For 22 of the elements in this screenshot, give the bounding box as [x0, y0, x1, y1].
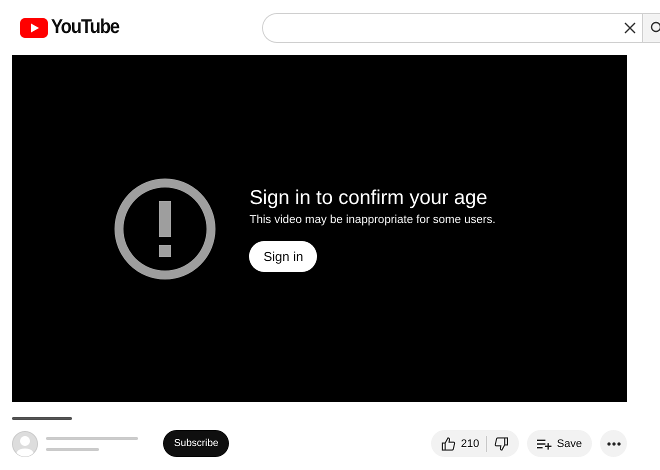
- thumbs-down-icon[interactable]: [494, 436, 509, 452]
- add-to-list-icon: [537, 438, 552, 450]
- warning-icon: [113, 176, 218, 280]
- search-field[interactable]: [262, 12, 642, 42]
- subscribe-button[interactable]: Subscribe: [163, 430, 230, 457]
- search-icon: [648, 20, 660, 34]
- like-count: 210: [460, 438, 480, 450]
- age-warning-message: This video may be inappropriate for some users.: [249, 214, 496, 226]
- video-player[interactable]: Sign in to confirm your age This video may be inappropriate for some users. Sign in: [12, 55, 627, 402]
- thumbs-up-icon[interactable]: [441, 436, 456, 452]
- search-button[interactable]: [642, 12, 660, 42]
- close-icon[interactable]: [624, 22, 636, 34]
- play-logo-icon: [20, 18, 48, 38]
- more-icon: [606, 442, 620, 446]
- save-button[interactable]: Save: [527, 430, 592, 457]
- placeholder-line: [12, 417, 72, 420]
- logo-text[interactable]: YouTube: [51, 16, 120, 39]
- age-warning-title: Sign in to confirm your age: [249, 186, 488, 210]
- more-button[interactable]: [600, 430, 627, 457]
- placeholder-line: [46, 448, 99, 450]
- like-dislike-control[interactable]: 210: [431, 430, 519, 457]
- sign-in-button[interactable]: Sign in: [249, 240, 318, 272]
